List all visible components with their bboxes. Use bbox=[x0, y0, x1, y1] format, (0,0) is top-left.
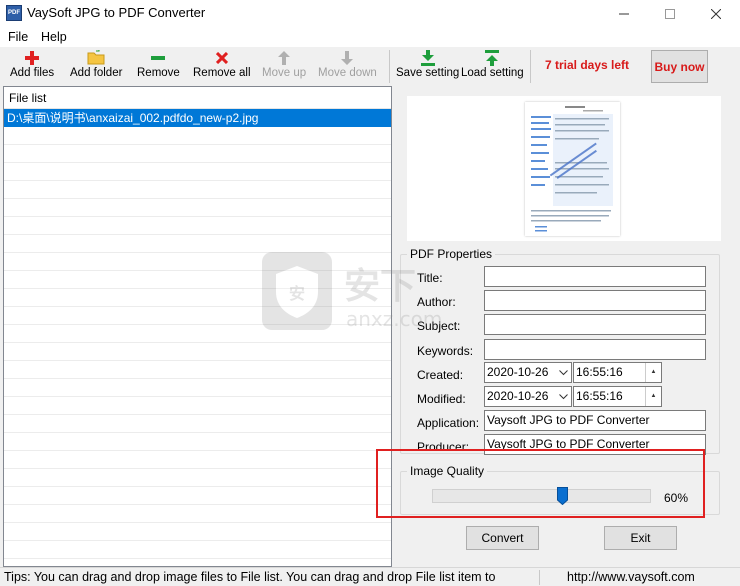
empty-row bbox=[4, 379, 391, 397]
empty-row bbox=[4, 451, 391, 469]
empty-row bbox=[4, 361, 391, 379]
svg-text:安下: 安下 bbox=[344, 266, 416, 307]
upload-icon bbox=[482, 49, 502, 66]
chevron-down-icon[interactable] bbox=[557, 363, 569, 382]
empty-row bbox=[4, 541, 391, 559]
document-thumbnail bbox=[525, 102, 620, 236]
chevron-down-icon[interactable] bbox=[557, 387, 569, 406]
maximize-button[interactable] bbox=[647, 0, 693, 28]
buy-now-button[interactable]: Buy now bbox=[651, 50, 708, 83]
keywords-label: Keywords: bbox=[417, 344, 474, 358]
minimize-icon bbox=[619, 13, 629, 15]
toolbar-separator bbox=[530, 50, 531, 83]
empty-row bbox=[4, 199, 391, 217]
trial-days-label: 7 trial days left bbox=[545, 58, 630, 72]
app-icon: PDF bbox=[6, 5, 22, 21]
time-spinner[interactable]: ▲▼ bbox=[645, 387, 661, 418]
move-up-button[interactable]: Move up bbox=[262, 49, 306, 83]
arrow-up-icon bbox=[274, 49, 294, 66]
website-link[interactable]: http://www.vaysoft.com bbox=[567, 570, 695, 584]
plus-icon bbox=[22, 49, 42, 66]
subject-field[interactable] bbox=[484, 314, 706, 335]
minimize-button[interactable] bbox=[601, 0, 647, 28]
remove-button[interactable]: Remove bbox=[137, 49, 180, 83]
modified-label: Modified: bbox=[417, 392, 466, 406]
spin-up-icon: ▲ bbox=[650, 393, 657, 399]
menu-bar: File Help bbox=[0, 28, 740, 47]
created-date-picker[interactable]: 2020-10-26 bbox=[484, 362, 572, 383]
folder-icon bbox=[86, 49, 106, 66]
convert-button[interactable]: Convert bbox=[466, 526, 539, 550]
empty-row bbox=[4, 343, 391, 361]
arrow-down-icon bbox=[337, 49, 357, 66]
close-button[interactable] bbox=[693, 0, 739, 28]
empty-row bbox=[4, 145, 391, 163]
empty-row bbox=[4, 469, 391, 487]
keywords-field[interactable] bbox=[484, 339, 706, 360]
load-setting-button[interactable]: Load setting bbox=[461, 49, 524, 83]
empty-row bbox=[4, 487, 391, 505]
empty-row bbox=[4, 235, 391, 253]
svg-text:anxz.com: anxz.com bbox=[346, 307, 442, 331]
watermark-logo: 安 安下 anxz.com bbox=[262, 252, 462, 335]
empty-row bbox=[4, 217, 391, 235]
menu-help[interactable]: Help bbox=[41, 28, 67, 46]
spin-up-icon: ▲ bbox=[650, 369, 657, 375]
window-title: VaySoft JPG to PDF Converter bbox=[27, 5, 206, 20]
toolbar-separator bbox=[389, 50, 390, 83]
file-list-item[interactable]: D:\桌面\说明书\anxaizai_002.pdfdo_new-p2.jpg bbox=[4, 109, 391, 127]
svg-text:安: 安 bbox=[289, 284, 305, 303]
status-bar: Tips: You can drag and drop image files … bbox=[0, 567, 740, 586]
menu-file[interactable]: File bbox=[8, 28, 28, 46]
created-label: Created: bbox=[417, 368, 464, 382]
status-divider bbox=[539, 570, 540, 585]
download-icon bbox=[418, 49, 438, 66]
move-down-button[interactable]: Move down bbox=[318, 49, 377, 83]
add-files-button[interactable]: Add files bbox=[10, 49, 54, 83]
empty-row bbox=[4, 505, 391, 523]
add-folder-button[interactable]: Add folder bbox=[70, 49, 122, 83]
application-label: Application: bbox=[417, 416, 480, 430]
author-field[interactable] bbox=[484, 290, 706, 311]
empty-row bbox=[4, 127, 391, 145]
title-bar: PDF VaySoft JPG to PDF Converter bbox=[0, 0, 740, 28]
title-field[interactable] bbox=[484, 266, 706, 287]
time-spinner[interactable]: ▲▼ bbox=[645, 363, 661, 394]
exit-button[interactable]: Exit bbox=[604, 526, 677, 550]
file-list-header: File list bbox=[4, 87, 391, 109]
x-icon bbox=[212, 49, 232, 66]
minus-icon bbox=[148, 49, 168, 66]
empty-row bbox=[4, 181, 391, 199]
empty-row bbox=[4, 415, 391, 433]
modified-date-picker[interactable]: 2020-10-26 bbox=[484, 386, 572, 407]
annotation-highlight-box bbox=[376, 449, 705, 518]
image-preview bbox=[407, 96, 721, 241]
remove-all-button[interactable]: Remove all bbox=[193, 49, 251, 83]
modified-time-field[interactable]: 16:55:16 ▲▼ bbox=[573, 386, 662, 418]
tips-text: Tips: You can drag and drop image files … bbox=[4, 570, 496, 584]
empty-row bbox=[4, 433, 391, 451]
empty-row bbox=[4, 397, 391, 415]
created-time-field[interactable]: 16:55:16 ▲▼ bbox=[573, 362, 662, 394]
application-field[interactable]: Vaysoft JPG to PDF Converter bbox=[484, 410, 706, 431]
empty-row bbox=[4, 523, 391, 541]
save-setting-button[interactable]: Save setting bbox=[396, 49, 459, 83]
maximize-icon bbox=[665, 9, 675, 19]
empty-row bbox=[4, 163, 391, 181]
close-icon bbox=[711, 9, 721, 19]
